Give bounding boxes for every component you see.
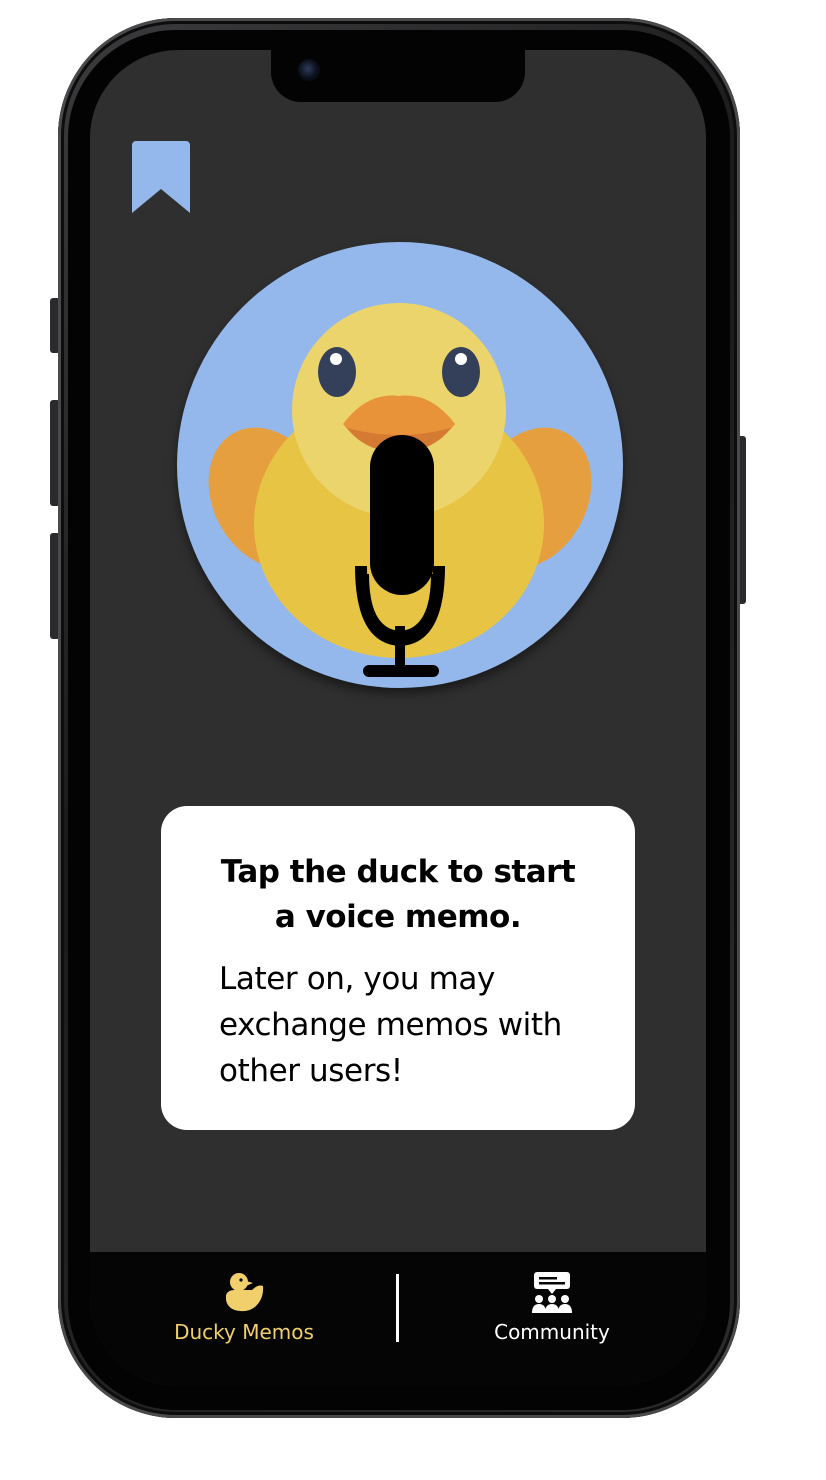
notch	[271, 50, 525, 102]
tab-label-community: Community	[494, 1320, 610, 1344]
instruction-card: Tap the duck to start a voice memo. Late…	[161, 806, 635, 1130]
app-screen: Tap the duck to start a voice memo. Late…	[90, 50, 706, 1386]
bookmark-icon	[132, 141, 190, 213]
tab-label-ducky-memos: Ducky Memos	[174, 1320, 314, 1344]
front-camera	[298, 59, 320, 81]
community-icon	[532, 1272, 572, 1313]
microphone-icon	[355, 435, 445, 677]
tab-divider	[396, 1274, 399, 1342]
record-duck-button[interactable]	[177, 242, 623, 688]
card-body: Later on, you may exchange memos with ot…	[219, 961, 562, 1089]
card-title: Tap the duck to start a voice memo.	[220, 854, 576, 935]
bookmark-button[interactable]	[132, 141, 190, 213]
duck-icon	[226, 1273, 264, 1312]
bottom-tab-bar: Ducky Memos Community	[90, 1252, 706, 1386]
tab-community[interactable]: Community	[432, 1270, 672, 1370]
tab-ducky-memos[interactable]: Ducky Memos	[124, 1270, 364, 1370]
device-mockup: Tap the duck to start a voice memo. Late…	[0, 0, 826, 1480]
